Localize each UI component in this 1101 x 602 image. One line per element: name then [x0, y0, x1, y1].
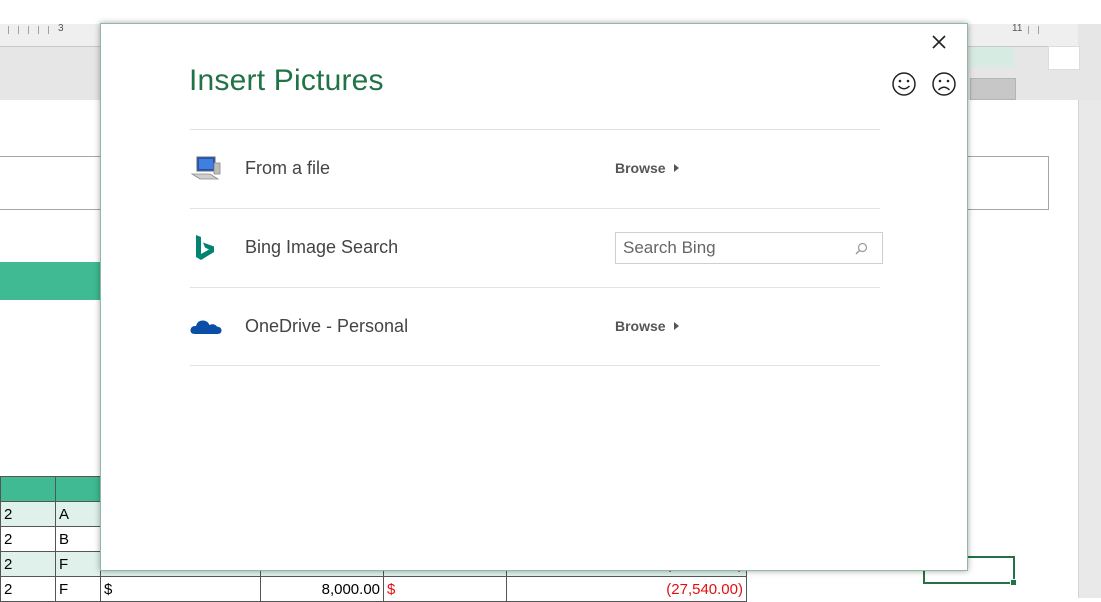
browse-label: Browse — [615, 160, 666, 176]
source-label: OneDrive - Personal — [245, 316, 409, 336]
ruler-tick — [38, 26, 39, 34]
ruler-tick — [28, 26, 29, 34]
ruler-tick — [1028, 26, 1029, 34]
ruler-tick — [48, 26, 49, 34]
from-file-browse-button[interactable]: Browse — [615, 160, 679, 176]
bing-icon — [196, 235, 214, 260]
search-icon[interactable] — [855, 242, 868, 255]
ruler-label: 3 — [58, 23, 64, 34]
ruler-label: 11 — [1012, 23, 1023, 34]
table-cell[interactable]: 2 — [0, 526, 56, 552]
table-cell[interactable]: B — [55, 526, 101, 552]
table-cell[interactable]: F — [55, 551, 101, 577]
browse-label: Browse — [615, 318, 666, 334]
frown-icon — [932, 72, 956, 96]
ruler-tick — [8, 26, 9, 34]
caret-right-icon — [673, 164, 679, 172]
insert-pictures-dialog: Insert Pictures From a file Browse Bing … — [100, 23, 968, 571]
close-button[interactable] — [927, 30, 951, 54]
table-cell[interactable]: 2 — [0, 551, 56, 577]
bing-search-box — [615, 232, 883, 264]
source-label: Bing Image Search — [245, 237, 399, 257]
bing-search-input[interactable] — [616, 233, 859, 263]
table-cell[interactable] — [0, 476, 56, 502]
ruler-tick — [18, 26, 19, 34]
computer-icon — [190, 156, 221, 180]
table-cell[interactable]: A — [55, 501, 101, 527]
dialog-title: Insert Pictures — [189, 64, 384, 97]
ruler-end-box — [1048, 46, 1080, 70]
row-divider — [190, 365, 880, 366]
onedrive-browse-button[interactable]: Browse — [615, 318, 679, 334]
smile-icon — [892, 72, 916, 96]
ruler-tick — [1038, 26, 1039, 34]
send-smile-button[interactable] — [891, 71, 917, 97]
close-icon — [932, 35, 946, 49]
vertical-scrollbar[interactable] — [1078, 100, 1101, 598]
onedrive-cloud-icon — [190, 320, 222, 334]
source-label: From a file — [245, 158, 331, 178]
source-row-bing: Bing Image Search — [190, 209, 883, 287]
ruler-button[interactable] — [970, 78, 1016, 100]
table-cell[interactable] — [55, 476, 101, 502]
source-row-onedrive[interactable]: OneDrive - Personal Browse — [190, 288, 882, 366]
send-frown-button[interactable] — [931, 71, 957, 97]
caret-right-icon — [673, 322, 679, 330]
sheet-header-band — [0, 262, 110, 300]
source-row-from-file[interactable]: From a file Browse — [190, 130, 882, 208]
table-cell[interactable]: 2 — [0, 501, 56, 527]
ruler-indicator — [970, 47, 1014, 67]
